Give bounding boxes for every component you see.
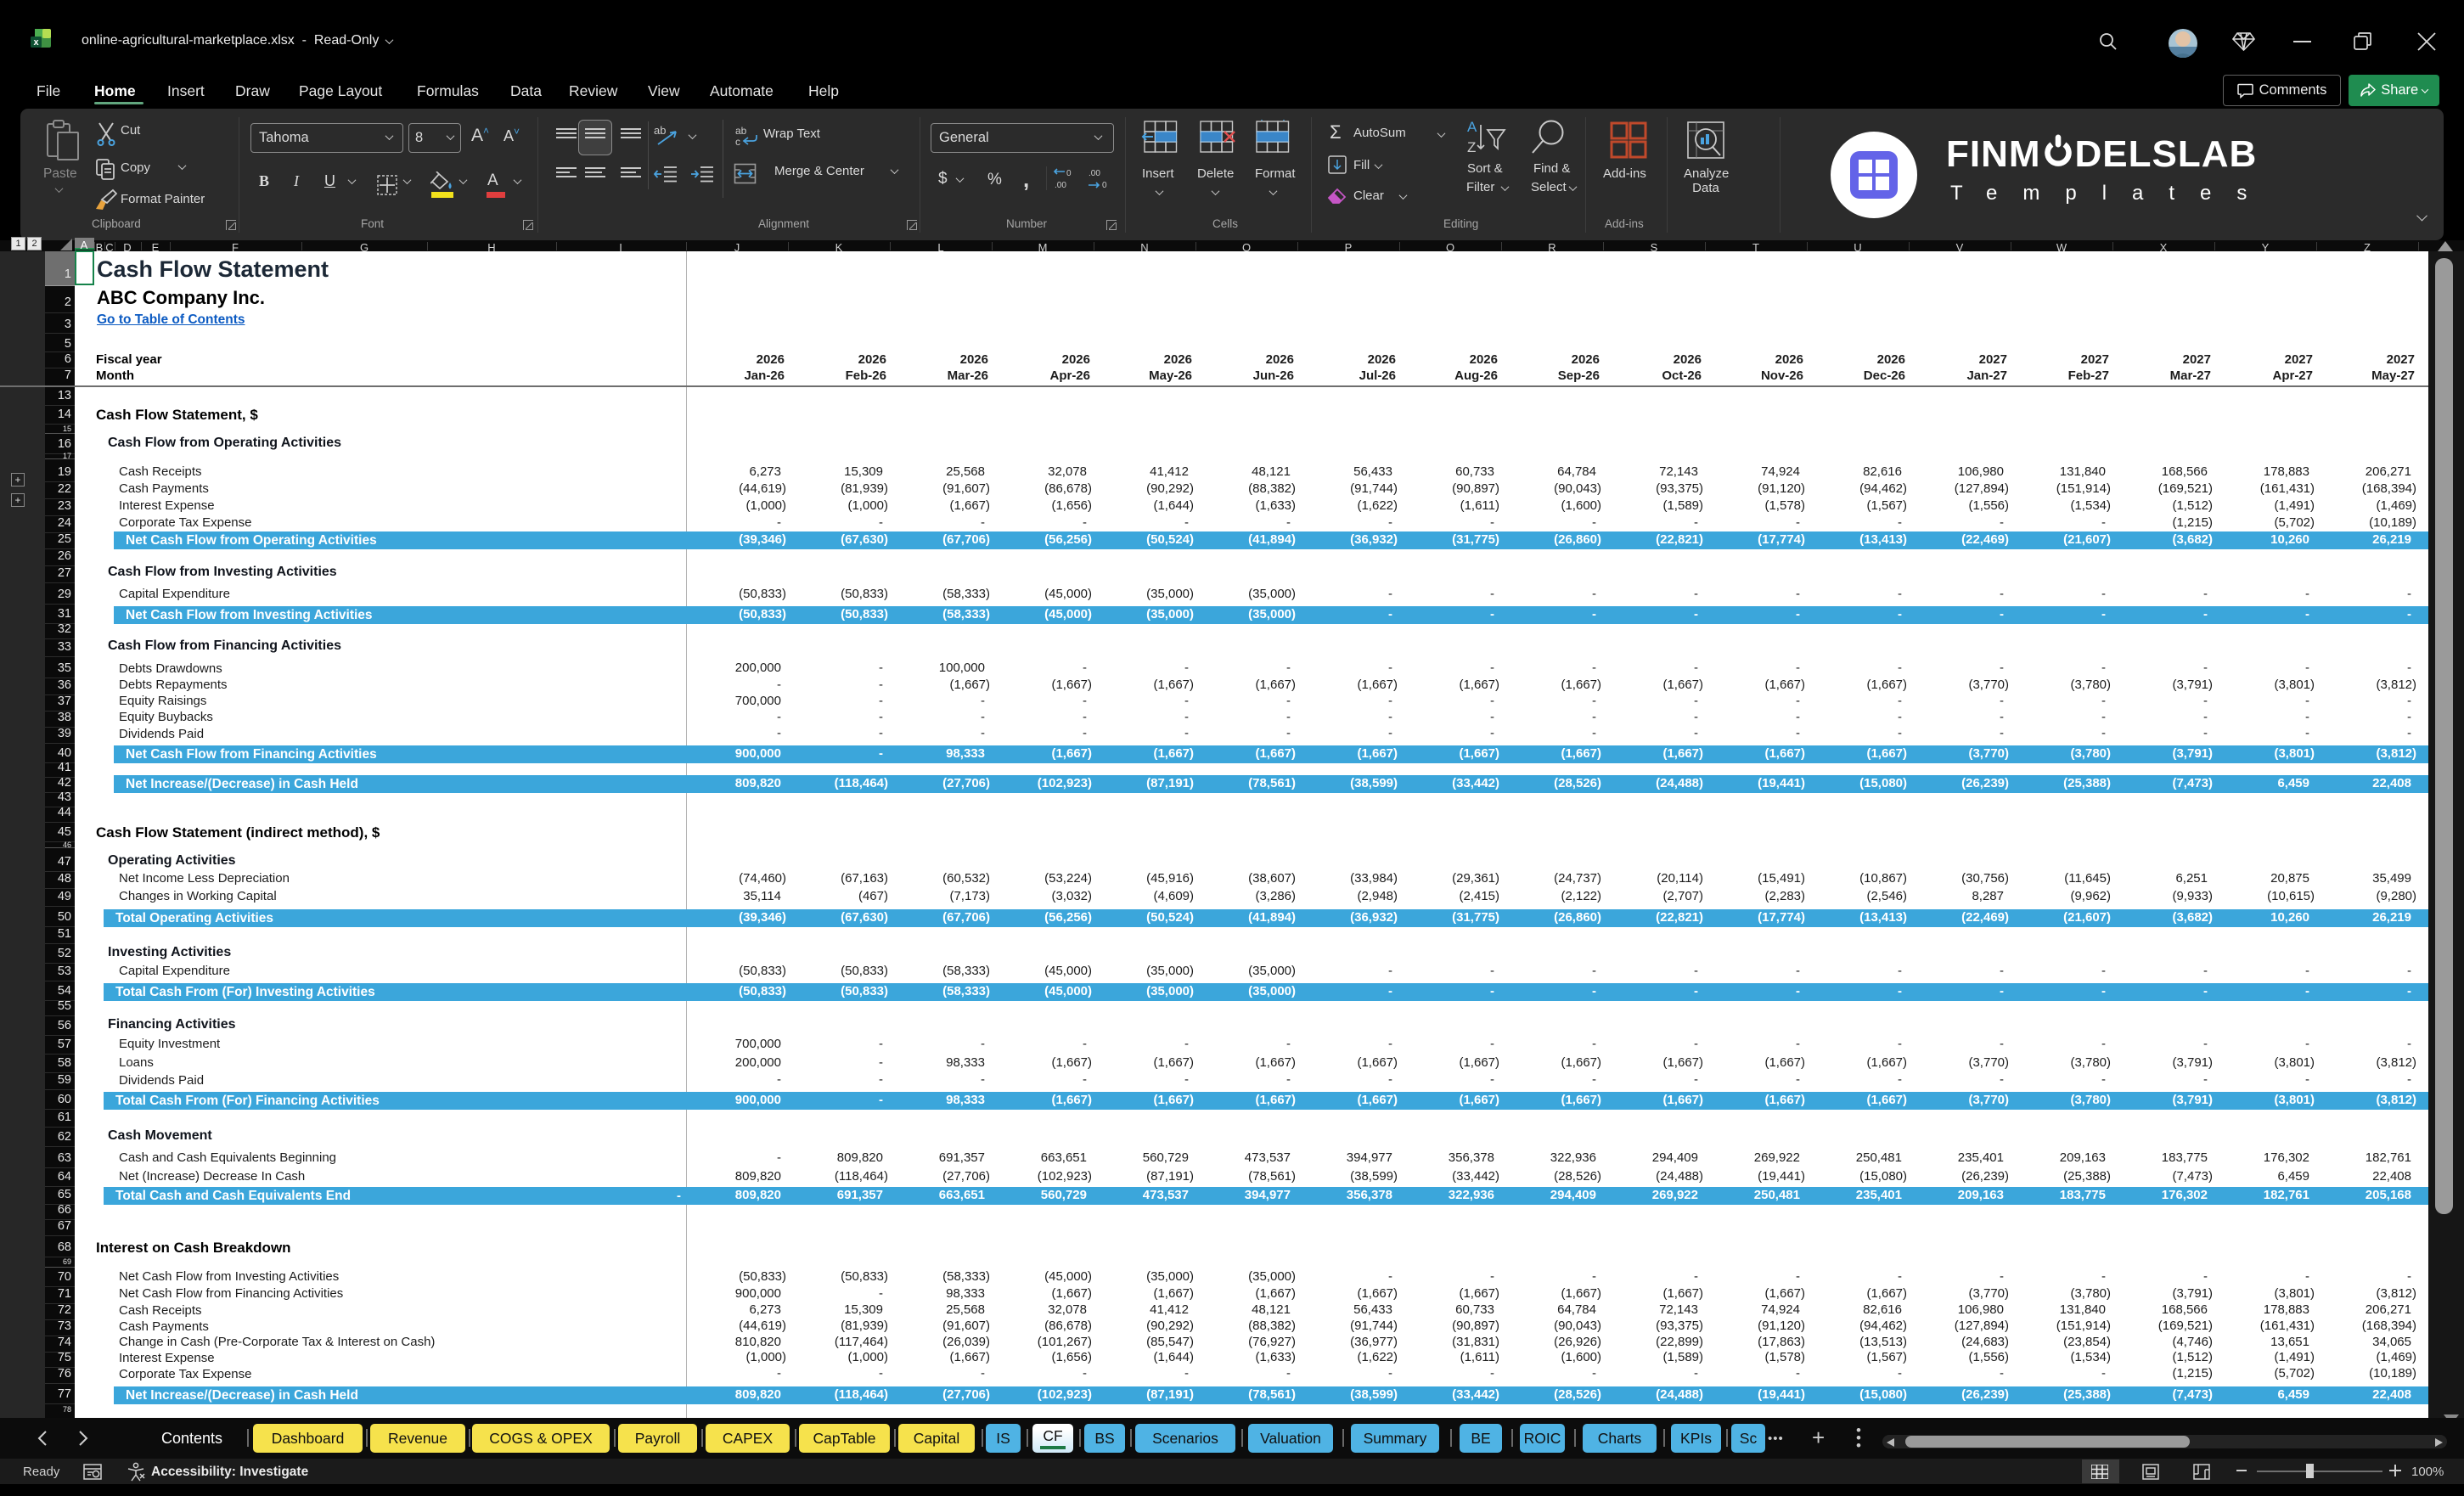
- svg-text:ab: ab: [735, 125, 747, 137]
- svg-text:x: x: [33, 37, 39, 48]
- svg-text:0: 0: [1066, 169, 1072, 178]
- svg-text:.00: .00: [1089, 169, 1100, 178]
- svg-text:.00: .00: [1055, 181, 1066, 190]
- svg-text:Z: Z: [1467, 139, 1476, 155]
- svg-text:ab: ab: [654, 124, 666, 137]
- svg-text:0: 0: [1102, 181, 1107, 190]
- svg-text:c: c: [735, 136, 740, 147]
- svg-text:A: A: [1467, 119, 1477, 135]
